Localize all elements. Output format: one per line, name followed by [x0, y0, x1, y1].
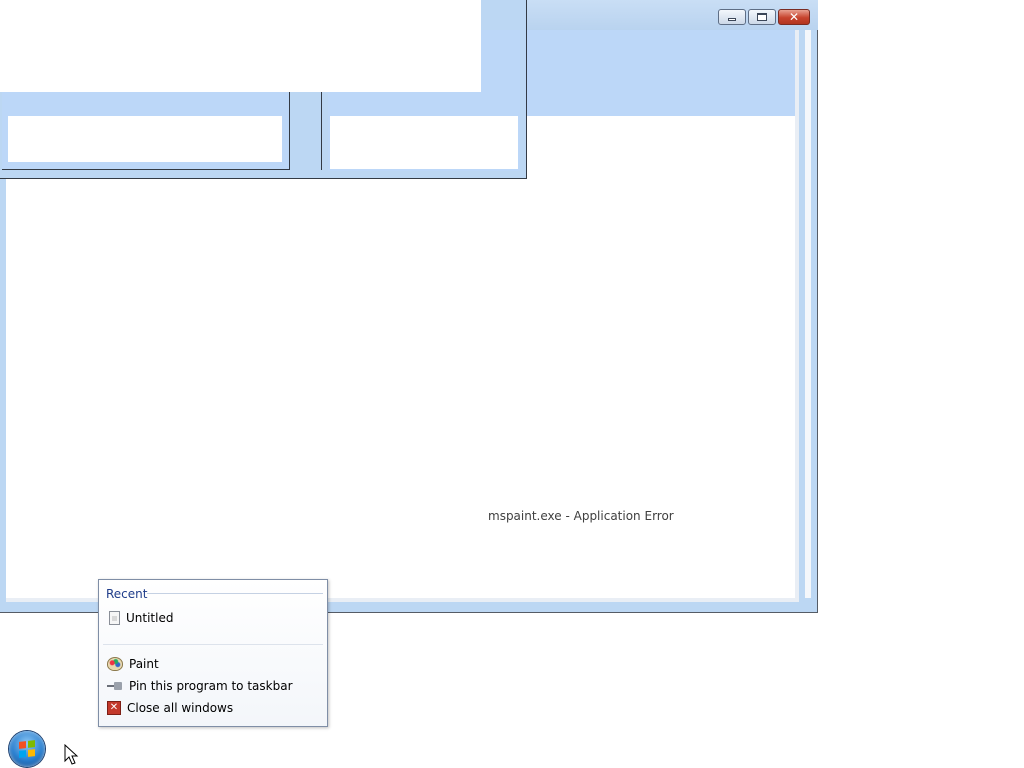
- recent-item-untitled[interactable]: Untitled: [107, 608, 173, 628]
- ghost-header-blank: [0, 0, 481, 92]
- paint-icon: [107, 657, 123, 671]
- recent-item-label: Untitled: [126, 611, 174, 625]
- ghost-pane-right-body: [330, 116, 518, 169]
- ghost-pane-left-body: [8, 116, 282, 162]
- ghost-pane-left: [2, 92, 290, 170]
- ghost-dialog: [0, 0, 527, 179]
- close-button[interactable]: ✕: [778, 9, 810, 25]
- ghost-pane-divider: [290, 92, 322, 170]
- minimize-button[interactable]: [718, 9, 746, 25]
- task-label: Pin this program to taskbar: [129, 679, 293, 693]
- document-icon: [109, 611, 120, 625]
- minimize-icon: [728, 17, 736, 21]
- tasks-divider: [103, 644, 323, 645]
- jump-list-section-title: Recent: [106, 587, 148, 601]
- maximize-button[interactable]: [748, 9, 776, 25]
- jump-list: Recent Untitled Paint Pin this program t…: [98, 579, 328, 727]
- section-divider: [147, 593, 323, 594]
- client-frame-edge: [805, 30, 811, 598]
- windows-logo-icon: [19, 740, 35, 758]
- task-close-all-windows[interactable]: ✕ Close all windows: [107, 698, 233, 718]
- caption-buttons: ✕: [718, 9, 810, 27]
- task-label: Paint: [129, 657, 159, 671]
- task-open-paint[interactable]: Paint: [107, 654, 159, 674]
- pin-icon: [107, 682, 123, 690]
- application-error-title: mspaint.exe - Application Error: [488, 509, 674, 523]
- task-pin-to-taskbar[interactable]: Pin this program to taskbar: [107, 676, 293, 696]
- mouse-cursor-icon: [64, 744, 79, 765]
- maximize-icon: [757, 13, 767, 21]
- start-button[interactable]: [9, 731, 45, 767]
- close-all-icon: ✕: [107, 701, 121, 715]
- close-icon: ✕: [788, 10, 800, 24]
- task-label: Close all windows: [127, 701, 234, 715]
